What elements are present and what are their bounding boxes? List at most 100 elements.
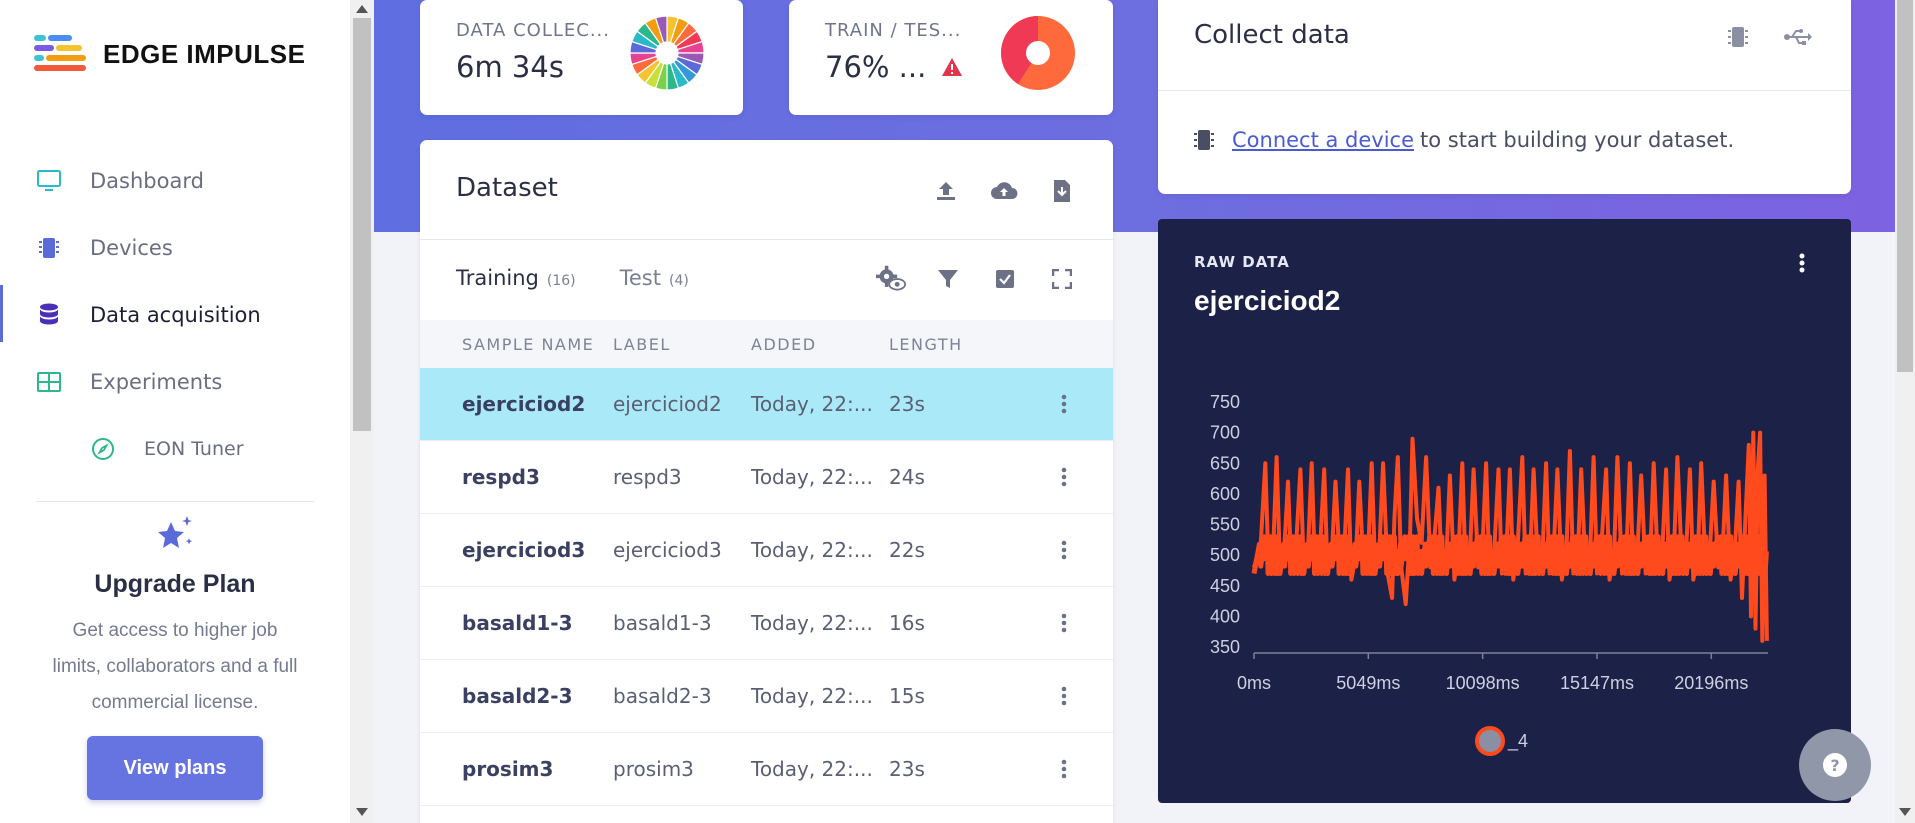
y-tick-label: 450 xyxy=(1210,576,1240,596)
y-tick-label: 400 xyxy=(1210,606,1240,626)
monitor-icon xyxy=(36,168,62,194)
stat-label: TRAIN / TES... xyxy=(825,20,962,41)
chart-legend[interactable]: _4 xyxy=(1474,725,1528,757)
train-test-donut-chart xyxy=(1001,16,1075,90)
table-cell-added: Today, 22:... xyxy=(751,757,873,781)
stat-value: 6m 34s xyxy=(456,50,564,84)
collect-divider xyxy=(1158,90,1851,91)
sidebar-item-dashboard[interactable]: Dashboard xyxy=(0,147,350,214)
table-cell-added: Today, 22:... xyxy=(751,611,873,635)
x-tick-label: 10098ms xyxy=(1446,673,1520,693)
row-menu-icon[interactable] xyxy=(1061,393,1067,415)
table-cell-name: ejerciciod3 xyxy=(462,538,586,562)
table-cell-added: Today, 22:... xyxy=(751,684,873,708)
device-chip-icon xyxy=(1194,130,1214,150)
table-cell-name: ejerciciod2 xyxy=(462,392,586,416)
sidebar-scrollbar[interactable] xyxy=(350,0,374,823)
column-header[interactable]: ADDED xyxy=(751,335,817,354)
row-menu-icon[interactable] xyxy=(1061,758,1067,780)
tab-count: (16) xyxy=(546,273,576,289)
legend-label: _4 xyxy=(1508,730,1529,751)
tab-test[interactable]: Test (4) xyxy=(620,266,689,290)
scroll-down-arrow-icon[interactable] xyxy=(1899,808,1911,816)
y-tick-label: 650 xyxy=(1210,453,1240,473)
scrollbar-thumb[interactable] xyxy=(353,18,371,431)
sidebar-item-eon-tuner[interactable]: EON Tuner xyxy=(0,415,350,482)
sidebar-item-label: EON Tuner xyxy=(144,437,244,460)
logo[interactable]: EDGE IMPULSE xyxy=(34,35,306,72)
table-cell-label: ejerciciod3 xyxy=(613,538,722,562)
row-menu-icon[interactable] xyxy=(1061,466,1067,488)
cloud-upload-icon[interactable] xyxy=(989,176,1019,206)
table-row[interactable]: ejerciciod3 ejerciciod3 Today, 22:... 22s xyxy=(420,514,1113,587)
usb-icon[interactable] xyxy=(1783,22,1813,52)
row-menu-icon[interactable] xyxy=(1061,612,1067,634)
x-tick-label: 15147ms xyxy=(1560,673,1634,693)
stat-value: 76% ... xyxy=(825,50,927,84)
y-tick-label: 550 xyxy=(1210,515,1240,535)
table-cell-length: 24s xyxy=(889,465,925,489)
sidebar-item-label: Experiments xyxy=(90,369,223,394)
sidebar: EDGE IMPULSE Dashboard Devices Data acqu… xyxy=(0,0,350,823)
table-cell-length: 16s xyxy=(889,611,925,635)
help-button[interactable]: ? xyxy=(1799,729,1871,801)
view-plans-button[interactable]: View plans xyxy=(87,736,263,800)
more-options-icon[interactable] xyxy=(1799,253,1805,273)
checkbox-select-icon[interactable] xyxy=(990,264,1020,294)
row-menu-icon[interactable] xyxy=(1061,685,1067,707)
x-tick-label: 5049ms xyxy=(1336,673,1400,693)
file-download-icon[interactable] xyxy=(1047,176,1077,206)
main-nav: Dashboard Devices Data acquisition Exper… xyxy=(0,147,350,482)
collect-data-title: Collect data xyxy=(1194,20,1350,50)
table-row[interactable]: basald1-3 basald1-3 Today, 22:... 16s xyxy=(420,587,1113,660)
upgrade-line: commercial license. xyxy=(91,692,259,713)
settings-eye-icon[interactable] xyxy=(876,264,906,294)
data-collected-card: DATA COLLEC... 6m 34s xyxy=(420,0,743,115)
raw-data-title: ejerciciod2 xyxy=(1194,285,1341,316)
sidebar-item-experiments[interactable]: Experiments xyxy=(0,348,350,415)
expand-icon[interactable] xyxy=(1047,264,1077,294)
edge-impulse-logo-icon xyxy=(34,35,86,71)
upload-icon[interactable] xyxy=(931,176,961,206)
brand-name: EDGE IMPULSE xyxy=(103,38,306,69)
device-chip-icon[interactable] xyxy=(1723,22,1753,52)
table-cell-length: 23s xyxy=(889,392,925,416)
collect-data-card: Collect data Connect a device to start b… xyxy=(1158,0,1851,194)
table-row[interactable]: respd3 respd3 Today, 22:... 24s xyxy=(420,441,1113,514)
sidebar-item-data-acquisition[interactable]: Data acquisition xyxy=(0,281,350,348)
connect-device-message: Connect a device to start building your … xyxy=(1194,128,1734,152)
table-row[interactable]: ejerciciod2 ejerciciod2 Today, 22:... 23s xyxy=(420,368,1113,441)
question-icon: ? xyxy=(1823,753,1847,777)
sidebar-item-label: Data acquisition xyxy=(90,302,261,327)
grid-table-icon xyxy=(36,369,62,395)
filter-icon[interactable] xyxy=(933,264,963,294)
table-row[interactable]: prosim3 prosim3 Today, 22:... 23s xyxy=(420,733,1113,806)
column-header[interactable]: LABEL xyxy=(613,335,671,354)
tab-training[interactable]: Training (16) xyxy=(456,266,576,290)
table-cell-label: respd3 xyxy=(613,465,682,489)
tab-label: Training xyxy=(456,266,539,290)
connect-device-link[interactable]: Connect a device xyxy=(1232,128,1414,152)
stars-icon xyxy=(158,516,193,548)
warning-icon[interactable] xyxy=(941,57,963,77)
database-icon xyxy=(36,302,62,328)
sidebar-item-devices[interactable]: Devices xyxy=(0,214,350,281)
sidebar-item-label: Dashboard xyxy=(90,168,204,193)
scrollbar-thumb[interactable] xyxy=(1897,0,1913,372)
table-row[interactable]: basald2-3 basald2-3 Today, 22:... 15s xyxy=(420,660,1113,733)
table-cell-length: 15s xyxy=(889,684,925,708)
train-test-split-card: TRAIN / TES... 76% ... xyxy=(789,0,1113,115)
scroll-up-arrow-icon[interactable] xyxy=(356,5,368,13)
x-tick-label: 20196ms xyxy=(1674,673,1748,693)
column-header[interactable]: SAMPLE NAME xyxy=(462,335,594,354)
page-scrollbar[interactable] xyxy=(1895,0,1915,823)
svg-text:?: ? xyxy=(1830,756,1839,775)
dataset-tools xyxy=(876,264,1077,294)
dataset-table-header: SAMPLE NAME LABEL ADDED LENGTH xyxy=(420,320,1113,368)
row-menu-icon[interactable] xyxy=(1061,539,1067,561)
scroll-down-arrow-icon[interactable] xyxy=(356,808,368,816)
column-header[interactable]: LENGTH xyxy=(889,335,963,354)
table-cell-added: Today, 22:... xyxy=(751,465,873,489)
sidebar-divider xyxy=(36,501,314,502)
dataset-card: Dataset Training (16) Test (4) SAMPLE NAME xyxy=(420,140,1113,823)
